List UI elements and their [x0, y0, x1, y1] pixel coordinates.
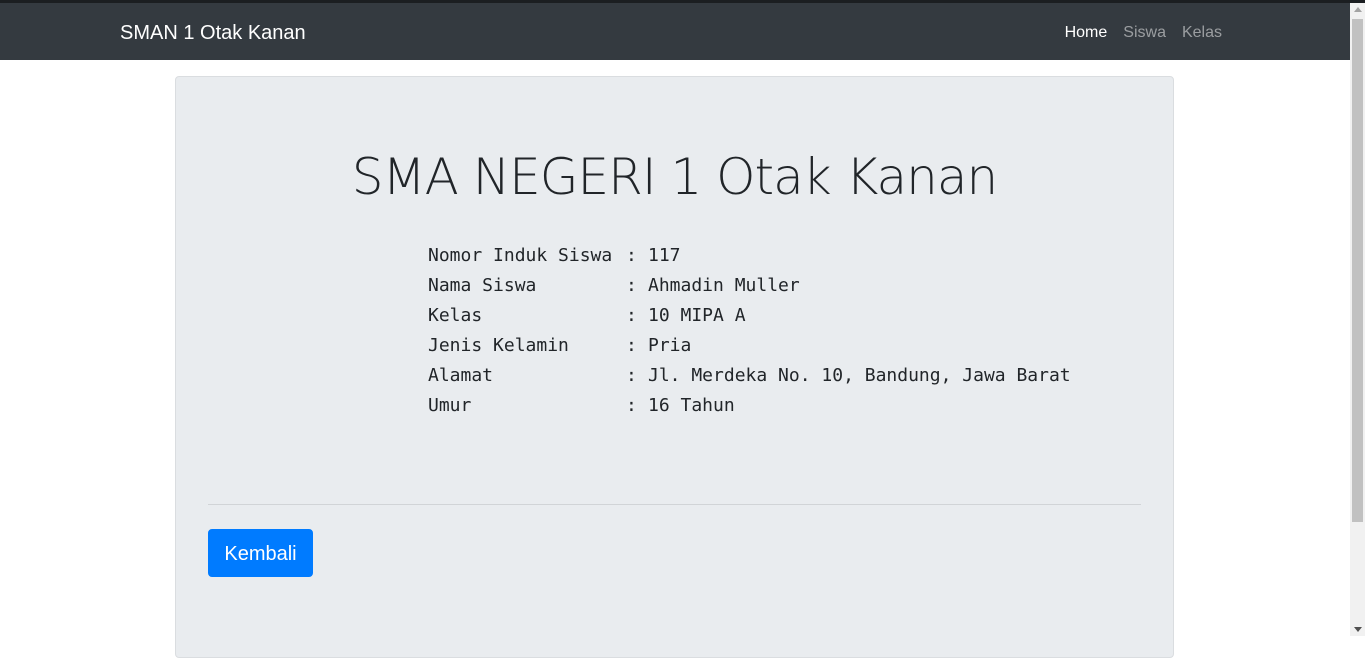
info-value: 10 MIPA A — [648, 305, 746, 326]
info-value: Ahmadin Muller — [648, 275, 800, 296]
student-info: Nomor Induk Siswa:117 Nama Siswa: Ahmadin… — [428, 241, 1071, 421]
info-separator: : — [626, 245, 637, 266]
scroll-down-arrow-icon[interactable] — [1354, 627, 1362, 632]
divider — [208, 504, 1141, 505]
info-label: Jenis Kelamin — [428, 335, 569, 356]
info-separator: : — [626, 275, 637, 296]
info-row-jenis-kelamin: Jenis Kelamin: Pria — [428, 331, 1071, 361]
nav-link-siswa[interactable]: Siswa — [1123, 24, 1166, 42]
info-label: Umur — [428, 395, 472, 416]
info-row-kelas: Kelas:10 MIPA A — [428, 301, 1071, 331]
nav-link-home[interactable]: Home — [1065, 24, 1108, 42]
nav-link-kelas[interactable]: Kelas — [1182, 24, 1222, 42]
scrollbar-thumb[interactable] — [1352, 19, 1363, 522]
info-label: Nomor Induk Siswa — [428, 245, 613, 266]
info-label: Nama Siswa — [428, 275, 537, 296]
info-row-nis: Nomor Induk Siswa:117 — [428, 241, 1071, 271]
info-value: 117 — [648, 245, 681, 266]
info-separator: : — [626, 365, 637, 386]
nav-links: Home Siswa Kelas — [1065, 24, 1222, 42]
info-value: Jl. Merdeka No. 10, Bandung, Jawa Barat — [648, 365, 1071, 386]
info-separator: : — [626, 305, 637, 326]
page-title: SMA NEGERI 1 Otak Kanan — [351, 148, 998, 206]
navbar-brand[interactable]: SMAN 1 Otak Kanan — [120, 22, 306, 44]
info-separator: : — [626, 395, 637, 416]
info-row-alamat: Alamat: Jl. Merdeka No. 10, Bandung, Jawa… — [428, 361, 1071, 391]
info-label: Alamat — [428, 365, 494, 386]
info-row-umur: Umur:16 Tahun — [428, 391, 1071, 421]
vertical-scrollbar[interactable] — [1350, 3, 1365, 636]
back-button[interactable]: Kembali — [208, 529, 313, 577]
info-row-nama: Nama Siswa: Ahmadin Muller — [428, 271, 1071, 301]
info-value: 16 Tahun — [648, 395, 735, 416]
navbar: SMAN 1 Otak Kanan Home Siswa Kelas — [0, 3, 1350, 60]
info-label: Kelas — [428, 305, 483, 326]
scroll-up-arrow-icon[interactable] — [1354, 7, 1362, 12]
info-separator: : — [626, 335, 637, 356]
info-value: Pria — [648, 335, 692, 356]
student-detail-card: SMA NEGERI 1 Otak Kanan Nomor Induk Sisw… — [175, 76, 1174, 658]
